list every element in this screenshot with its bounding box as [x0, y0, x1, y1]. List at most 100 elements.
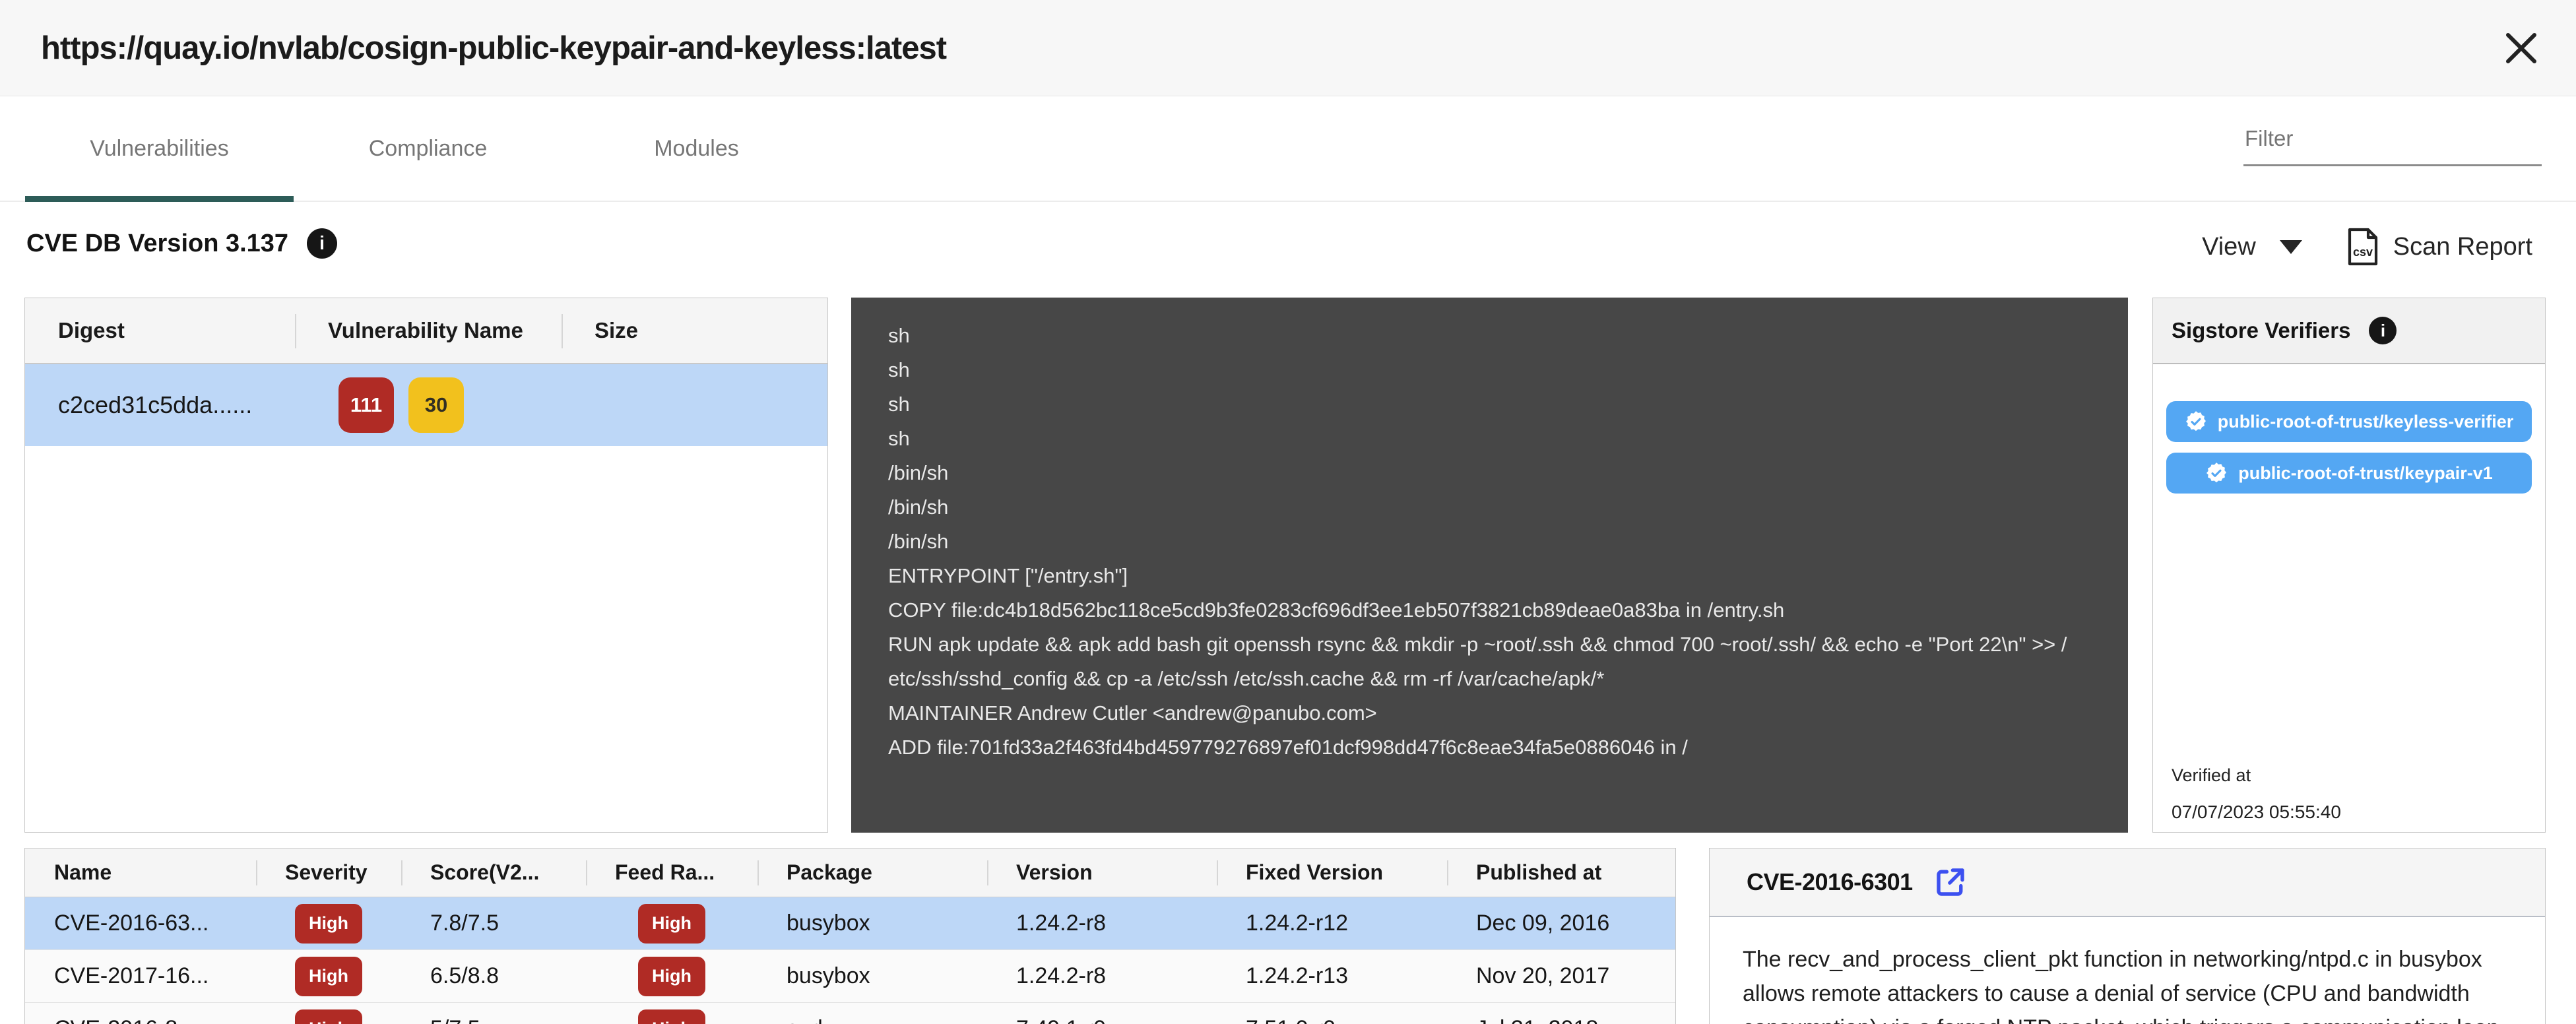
cve-db-version-label: CVE DB Version 3.137 — [26, 230, 288, 258]
close-button[interactable] — [2498, 25, 2544, 71]
cve-detail-panel: CVE-2016-6301 The recv_and_process_clien… — [1709, 848, 2546, 1024]
column-header-package: Package — [757, 848, 987, 897]
layer-command: COPY file:dc4b18d562bc118ce5cd9b3fe0283c… — [888, 593, 2069, 627]
column-header-feed-rating: Feed Ra... — [586, 848, 757, 897]
version-cell: 1.24.2-r8 — [987, 897, 1217, 949]
scan-report-label: Scan Report — [2393, 233, 2532, 261]
view-dropdown-label: View — [2202, 233, 2256, 261]
layer-command: ENTRYPOINT ["/entry.sh"] — [888, 559, 2069, 593]
cve-detail-header: CVE-2016-6301 — [1710, 848, 2545, 917]
tab-modules[interactable]: Modules — [562, 97, 831, 201]
verified-at-label: Verified at — [2172, 765, 2251, 786]
column-header-severity: Severity — [256, 848, 401, 897]
sigstore-verifiers-header: Sigstore Verifiers i — [2153, 298, 2545, 364]
vulnerability-row[interactable]: CVE-2016-8... High 5/7.5 High curl 7.49.… — [25, 1003, 1675, 1024]
version-cell: 1.24.2-r8 — [987, 950, 1217, 1002]
fixed-version-cell: 1.24.2-r13 — [1217, 950, 1447, 1002]
tab-list: Vulnerabilities Compliance Modules — [25, 97, 831, 201]
dialog-header: https://quay.io/nvlab/cosign-public-keyp… — [0, 0, 2576, 96]
layer-command: MAINTAINER Andrew Cutler <andrew@panubo.… — [888, 696, 2069, 730]
column-header-vulnerability-name: Vulnerability Name — [295, 298, 562, 363]
layer-command: RUN apk update && apk add bash git opens… — [888, 627, 2069, 696]
feed-rating-cell: High — [586, 1003, 757, 1024]
filter-input[interactable] — [2243, 121, 2542, 166]
version-cell: 7.49.1-r0 — [987, 1003, 1217, 1024]
vulnerability-count-badges: 111 30 — [295, 364, 562, 446]
column-header-name: Name — [25, 848, 256, 897]
image-url-title: https://quay.io/nvlab/cosign-public-keyp… — [41, 0, 946, 96]
csv-file-icon: csv — [2344, 227, 2381, 267]
published-at-cell: Dec 09, 2016 — [1447, 897, 1675, 949]
layer-command: ADD file:701fd33a2f463fd4bd459779276897e… — [888, 730, 2069, 765]
feed-rating-badge: High — [638, 1009, 705, 1024]
package-cell: busybox — [757, 950, 987, 1002]
column-header-fixed-version: Fixed Version — [1217, 848, 1447, 897]
digest-table: Digest Vulnerability Name Size c2ced31c5… — [24, 298, 828, 833]
published-at-cell: Jul 31, 2018 — [1447, 1003, 1675, 1024]
svg-text:csv: csv — [2353, 245, 2373, 259]
feed-rating-cell: High — [586, 897, 757, 949]
cve-name: CVE-2016-8... — [25, 1003, 256, 1024]
sigstore-verifiers-title: Sigstore Verifiers — [2172, 318, 2350, 343]
digest-row-selected[interactable]: c2ced31c5dda...... 111 30 — [25, 364, 827, 446]
verifier-list: public-root-of-trust/keyless-verifier pu… — [2153, 401, 2545, 494]
score-cell: 6.5/8.8 — [401, 950, 586, 1002]
layer-command: sh — [888, 422, 2069, 456]
package-cell: busybox — [757, 897, 987, 949]
chevron-down-icon — [2280, 240, 2302, 254]
info-icon[interactable]: i — [2369, 317, 2397, 344]
feed-rating-cell: High — [586, 950, 757, 1002]
cve-description: The recv_and_process_client_pkt function… — [1710, 917, 2545, 1024]
sigstore-verifiers-panel: Sigstore Verifiers i public-root-of-trus… — [2152, 298, 2546, 833]
fixed-version-cell: 1.24.2-r12 — [1217, 897, 1447, 949]
vulnerability-row[interactable]: CVE-2017-16... High 6.5/8.8 High busybox… — [25, 950, 1675, 1003]
verifier-chip-label: public-root-of-trust/keyless-verifier — [2218, 412, 2514, 432]
feed-rating-badge: High — [638, 957, 705, 996]
close-icon — [2498, 25, 2544, 71]
tab-compliance[interactable]: Compliance — [294, 97, 562, 201]
layer-command: /bin/sh — [888, 456, 2069, 490]
size-value — [562, 364, 827, 446]
high-count-badge: 30 — [408, 377, 464, 433]
digest-value: c2ced31c5dda...... — [25, 364, 295, 446]
scan-report-button[interactable]: csv Scan Report — [2344, 227, 2532, 267]
cve-name: CVE-2017-16... — [25, 950, 256, 1002]
layer-command: sh — [888, 353, 2069, 387]
verifier-chip-keypair: public-root-of-trust/keypair-v1 — [2166, 453, 2532, 494]
critical-count-badge: 111 — [338, 377, 394, 433]
layer-command: /bin/sh — [888, 490, 2069, 525]
column-header-size: Size — [562, 298, 827, 363]
fixed-version-cell: 7.51.0-r0 — [1217, 1003, 1447, 1024]
cve-name: CVE-2016-63... — [25, 897, 256, 949]
column-header-version: Version — [987, 848, 1217, 897]
score-cell: 7.8/7.5 — [401, 897, 586, 949]
verifier-chip-keyless: public-root-of-trust/keyless-verifier — [2166, 401, 2532, 442]
severity-badge: High — [295, 1009, 362, 1024]
verified-badge-icon — [2205, 462, 2228, 484]
severity-badge: High — [295, 904, 362, 944]
vulnerabilities-table: Name Severity Score(V2... Feed Ra... Pac… — [24, 848, 1676, 1024]
severity-cell: High — [256, 897, 401, 949]
image-layers-panel[interactable]: sh sh sh sh /bin/sh /bin/sh /bin/sh ENTR… — [851, 298, 2128, 833]
open-cve-link[interactable] — [1933, 864, 1968, 900]
tab-bar: Vulnerabilities Compliance Modules — [0, 97, 2576, 202]
score-cell: 5/7.5 — [401, 1003, 586, 1024]
external-link-icon — [1933, 864, 1968, 900]
severity-badge: High — [295, 957, 362, 996]
verified-badge-icon — [2185, 410, 2207, 433]
layer-command: sh — [888, 387, 2069, 422]
package-cell: curl — [757, 1003, 987, 1024]
info-icon[interactable]: i — [307, 228, 337, 259]
severity-cell: High — [256, 1003, 401, 1024]
view-dropdown[interactable]: View — [2202, 233, 2302, 261]
toolbar-actions: View csv Scan Report — [2202, 227, 2532, 267]
column-header-digest: Digest — [25, 298, 295, 363]
verified-at-value: 07/07/2023 05:55:40 — [2172, 802, 2341, 823]
digest-table-header: Digest Vulnerability Name Size — [25, 298, 827, 364]
cve-db-version: CVE DB Version 3.137 i — [26, 228, 337, 259]
vulnerability-row[interactable]: CVE-2016-63... High 7.8/7.5 High busybox… — [25, 897, 1675, 950]
column-header-score: Score(V2... — [401, 848, 586, 897]
tab-vulnerabilities[interactable]: Vulnerabilities — [25, 97, 294, 201]
filter-field — [2243, 121, 2542, 166]
feed-rating-badge: High — [638, 904, 705, 944]
